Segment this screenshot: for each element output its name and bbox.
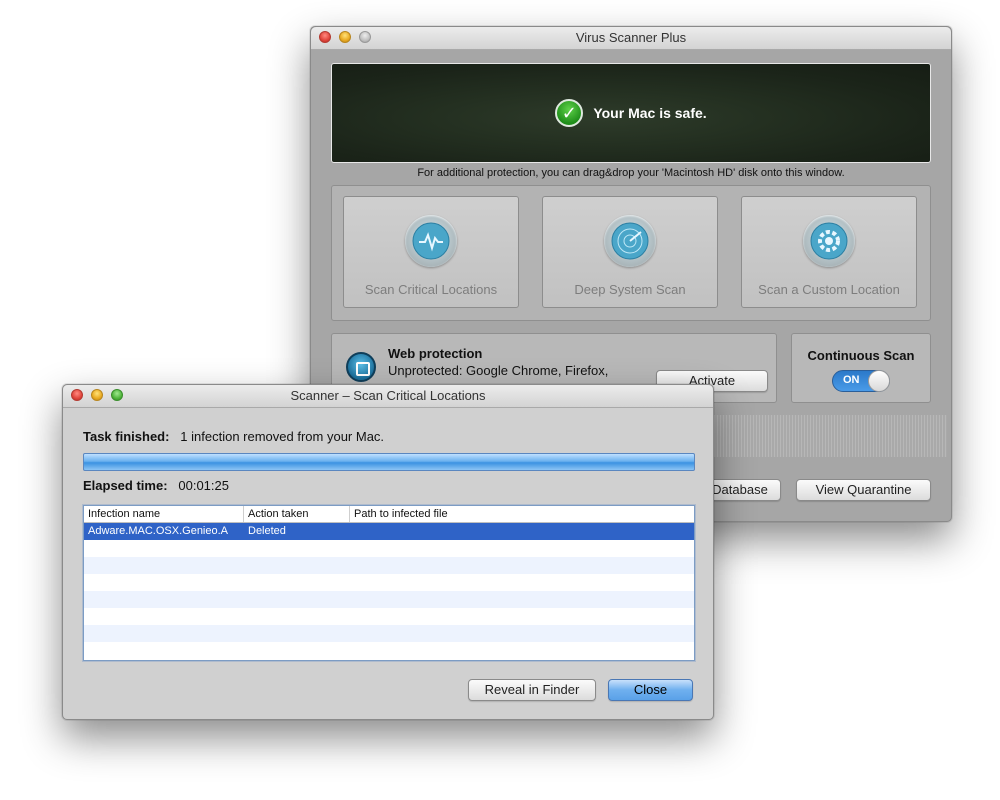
status-banner: ✓ Your Mac is safe.	[331, 63, 931, 163]
empty-row	[84, 608, 694, 625]
scan-progress-bar	[83, 453, 695, 471]
pulse-icon	[405, 215, 457, 267]
empty-row	[84, 540, 694, 557]
scan-custom-location-button[interactable]: Scan a Custom Location	[741, 196, 917, 308]
task-value: 1 infection removed from your Mac.	[180, 429, 385, 444]
cell-infection-name: Adware.MAC.OSX.Genieo.A	[88, 525, 229, 537]
table-header: Infection name Action taken Path to infe…	[84, 506, 694, 523]
continuous-scan-title: Continuous Scan	[807, 348, 915, 363]
view-quarantine-button[interactable]: View Quarantine	[796, 479, 931, 501]
zoom-window-button[interactable]	[359, 31, 371, 43]
scan-critical-label: Scan Critical Locations	[364, 282, 498, 297]
task-status: Task finished: 1 infection removed from …	[83, 429, 384, 444]
continuous-scan-toggle[interactable]: ON	[832, 370, 890, 392]
progress-stripe	[711, 415, 947, 457]
scan-custom-label: Scan a Custom Location	[758, 282, 900, 297]
web-protection-detail: Unprotected: Google Chrome, Firefox,	[388, 363, 609, 378]
status-text: Your Mac is safe.	[593, 105, 707, 121]
empty-row	[84, 642, 694, 659]
safari-icon	[346, 352, 376, 382]
infections-table[interactable]: Infection name Action taken Path to infe…	[83, 505, 695, 661]
scan-options-panel: Scan Critical Locations Deep System Scan	[331, 185, 931, 321]
scanner-window-title: Scanner – Scan Critical Locations	[290, 388, 486, 403]
main-titlebar: Virus Scanner Plus	[311, 27, 951, 50]
checkmark-icon: ✓	[555, 99, 584, 127]
continuous-scan-panel: Continuous Scan ON	[791, 333, 931, 403]
scanner-titlebar: Scanner – Scan Critical Locations	[63, 385, 713, 408]
column-infection-name[interactable]: Infection name	[84, 506, 244, 522]
toggle-knob	[868, 370, 890, 392]
cell-path	[350, 523, 694, 540]
empty-row	[84, 574, 694, 591]
scan-critical-locations-button[interactable]: Scan Critical Locations	[343, 196, 519, 308]
toggle-on-label: ON	[843, 374, 860, 386]
main-window-title: Virus Scanner Plus	[575, 30, 687, 45]
scanner-window: Scanner – Scan Critical Locations Task f…	[62, 384, 714, 720]
empty-row	[84, 625, 694, 642]
empty-row	[84, 557, 694, 574]
column-action-taken[interactable]: Action taken	[244, 506, 350, 522]
close-button[interactable]: Close	[608, 679, 693, 701]
drag-drop-hint: For additional protection, you can drag&…	[417, 167, 845, 179]
web-protection-title: Web protection	[388, 346, 483, 361]
reveal-in-finder-button[interactable]: Reveal in Finder	[468, 679, 596, 701]
minimize-window-button[interactable]	[91, 389, 103, 401]
radar-icon	[604, 215, 656, 267]
close-window-button[interactable]	[71, 389, 83, 401]
elapsed-time: Elapsed time: 00:01:25	[83, 478, 229, 493]
gear-icon	[803, 215, 855, 267]
deep-system-scan-button[interactable]: Deep System Scan	[542, 196, 718, 308]
table-row[interactable]: Adware.MAC.OSX.Genieo.A Deleted	[84, 523, 694, 540]
empty-row	[84, 591, 694, 608]
close-window-button[interactable]	[319, 31, 331, 43]
elapsed-value: 00:01:25	[178, 478, 229, 493]
zoom-window-button[interactable]	[111, 389, 123, 401]
column-path[interactable]: Path to infected file	[350, 506, 694, 522]
elapsed-label: Elapsed time:	[83, 478, 168, 493]
task-label: Task finished:	[83, 429, 170, 444]
minimize-window-button[interactable]	[339, 31, 351, 43]
cell-action-taken: Deleted	[248, 525, 286, 537]
deep-scan-label: Deep System Scan	[574, 282, 686, 297]
